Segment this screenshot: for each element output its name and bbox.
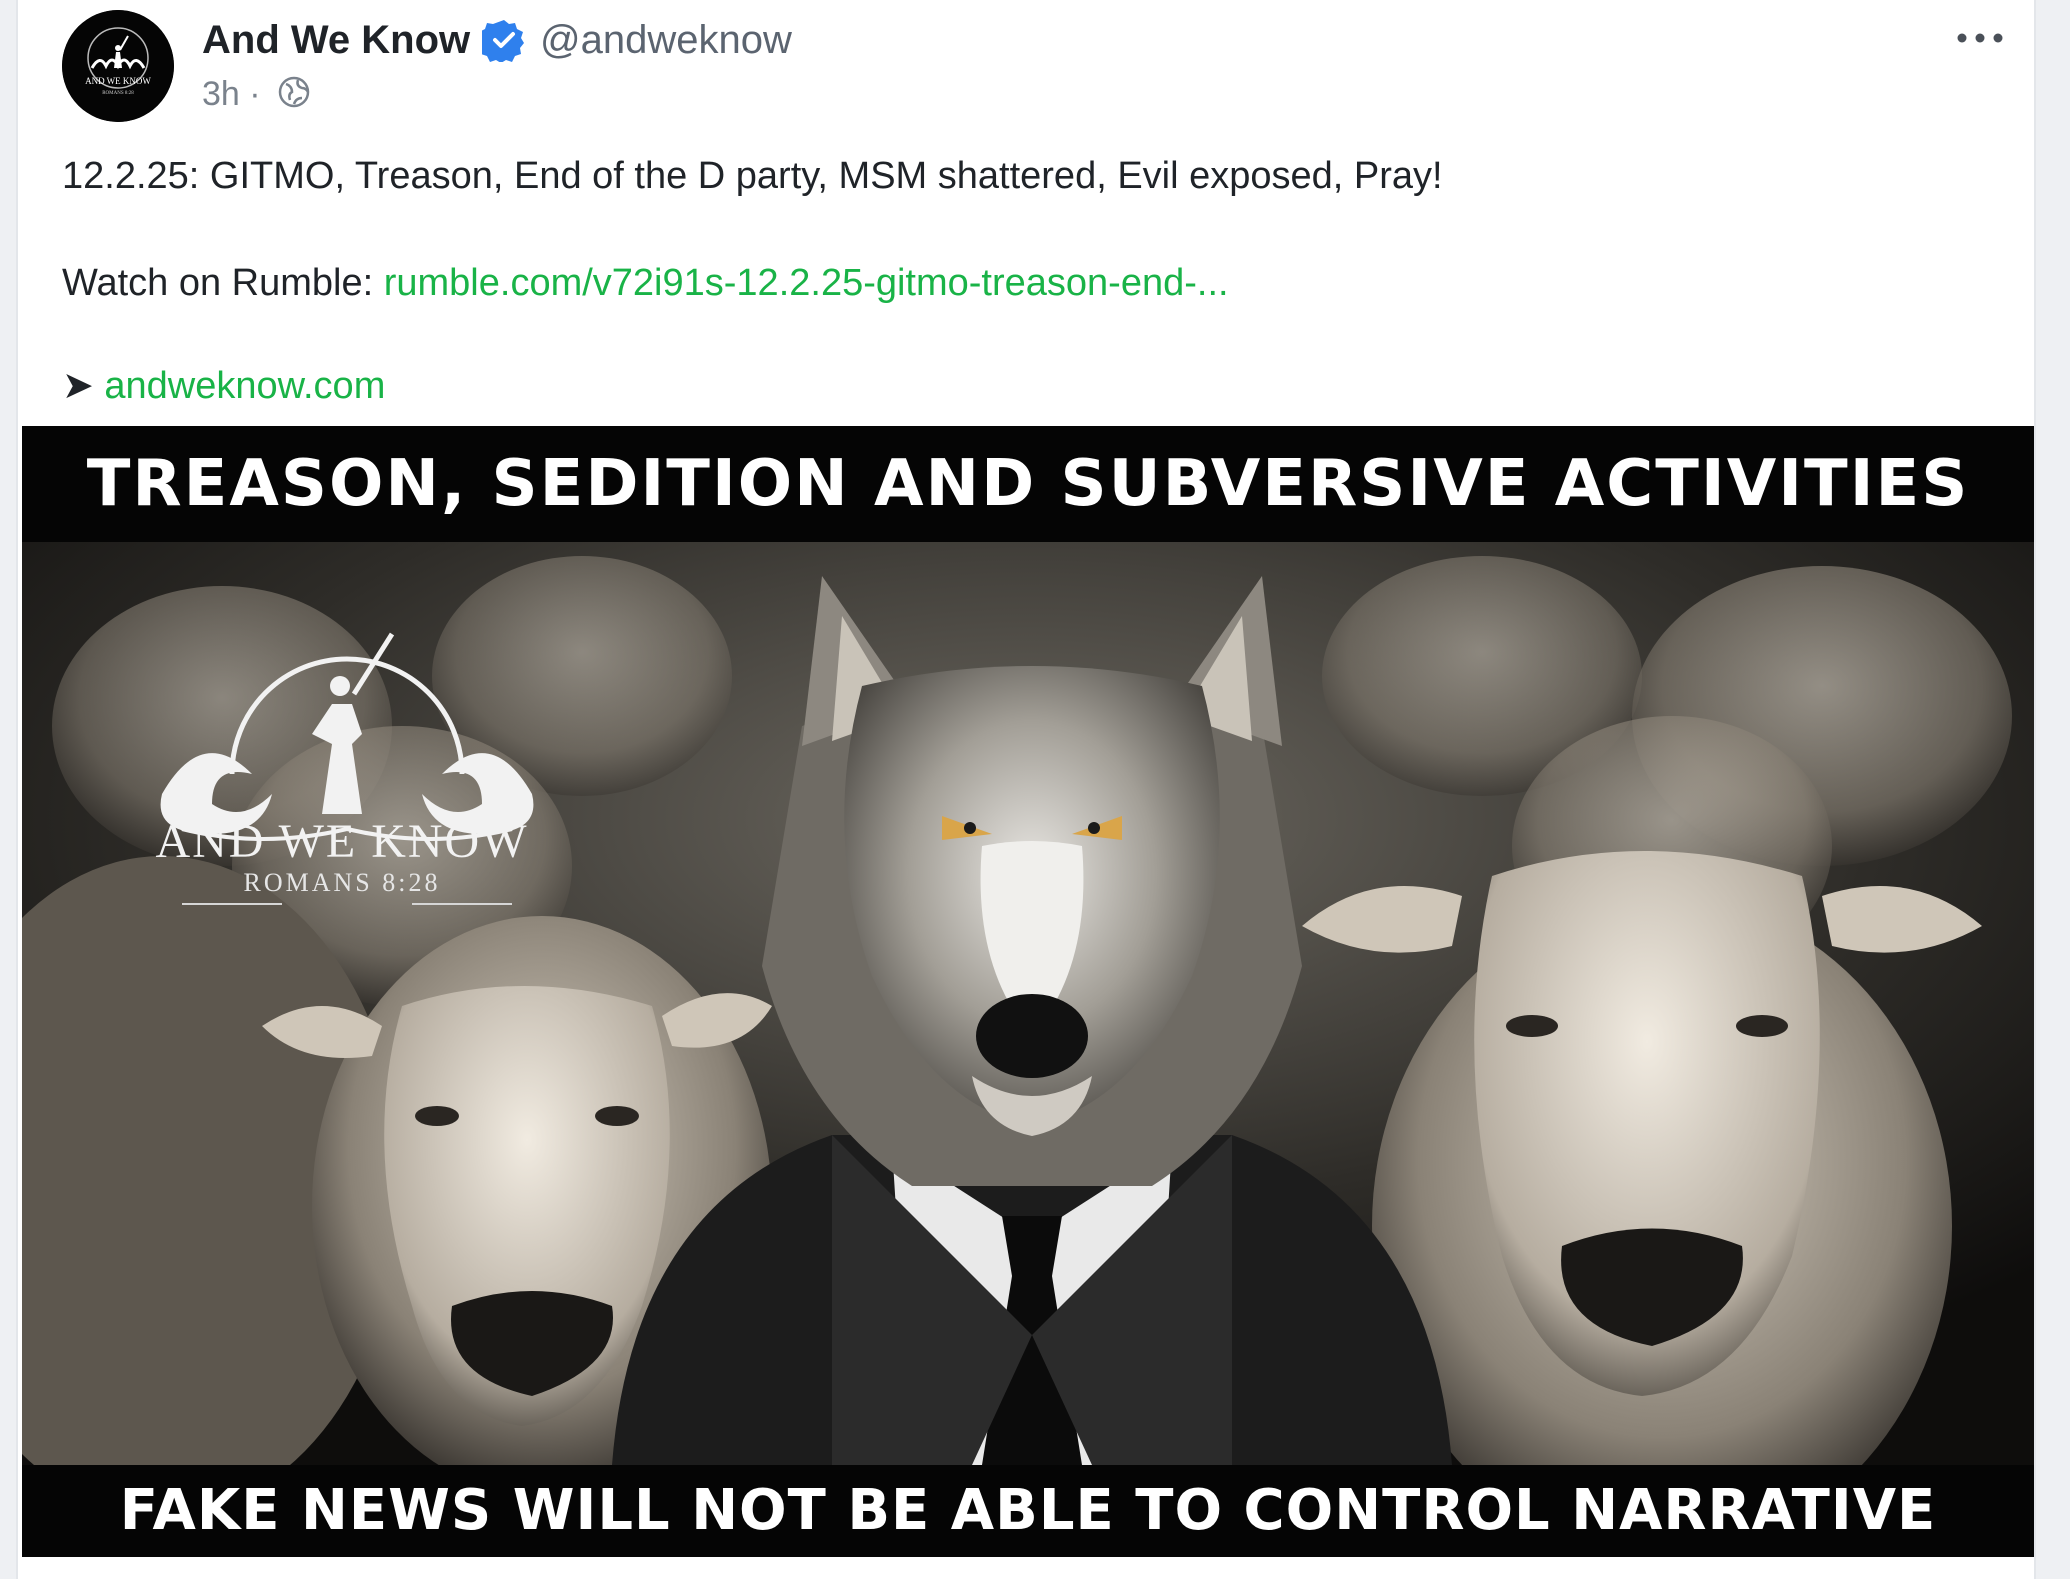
image-bottom-banner: FAKE NEWS WILL NOT BE ABLE TO CONTROL NA… xyxy=(22,1465,2034,1557)
avatar[interactable]: AND WE KNOW ROMANS 8:28 xyxy=(62,10,174,122)
svg-text:ROMANS 8:28: ROMANS 8:28 xyxy=(102,91,134,96)
logo-title: AND WE KNOW xyxy=(155,815,529,868)
verified-badge-icon xyxy=(482,20,524,62)
svg-text:AND WE KNOW: AND WE KNOW xyxy=(85,76,151,86)
post-image[interactable]: TREASON, SEDITION AND SUBVERSIVE ACTIVIT… xyxy=(22,426,2034,1557)
site-line: ➤ andweknow.com xyxy=(62,360,385,412)
globe-icon xyxy=(278,76,310,108)
more-options-icon[interactable] xyxy=(1950,20,2010,56)
author-name[interactable]: And We Know xyxy=(202,16,470,64)
image-top-banner: TREASON, SEDITION AND SUBVERSIVE ACTIVIT… xyxy=(22,426,2034,542)
site-link[interactable]: andweknow.com xyxy=(104,365,385,407)
watch-prefix: Watch on Rumble: xyxy=(62,262,384,304)
author-handle[interactable]: @andweknow xyxy=(540,16,792,64)
page: AND WE KNOW ROMANS 8:28 And We Know @and… xyxy=(0,0,2070,1579)
wolf-in-suit-illustration xyxy=(22,542,2034,1556)
post-meta: 3h · xyxy=(202,72,261,116)
arrow-icon: ➤ xyxy=(62,365,105,407)
logo-subtitle: ROMANS 8:28 xyxy=(243,868,441,897)
post-card: AND WE KNOW ROMANS 8:28 And We Know @and… xyxy=(16,0,2036,1579)
watch-line: Watch on Rumble: rumble.com/v72i91s-12.2… xyxy=(62,257,1229,309)
avatar-logo-icon: AND WE KNOW ROMANS 8:28 xyxy=(62,10,174,122)
rumble-link[interactable]: rumble.com/v72i91s-12.2.25-gitmo-treason… xyxy=(384,262,1229,304)
post-time[interactable]: 3h xyxy=(202,75,240,113)
meta-separator: · xyxy=(249,75,261,113)
post-text: 12.2.25: GITMO, Treason, End of the D pa… xyxy=(62,155,1443,197)
